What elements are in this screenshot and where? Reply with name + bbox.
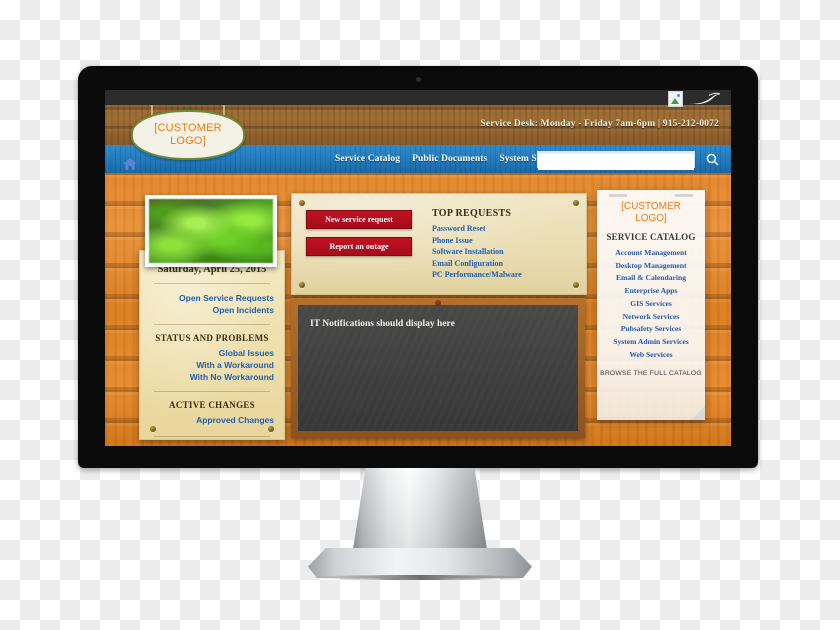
- canvas: [CUSTOMER LOGO] Service Desk: Monday - Fr…: [0, 0, 840, 630]
- link-approved-changes[interactable]: Approved Changes: [140, 414, 274, 426]
- catalog-item-email-calendaring[interactable]: Email & Calendaring: [597, 272, 705, 285]
- panel-screw: [268, 426, 274, 432]
- service-catalog-heading: SERVICE CATALOG: [606, 232, 696, 242]
- broken-image-icon: [668, 91, 683, 107]
- search-button[interactable]: [703, 150, 721, 168]
- top-request-software-installation[interactable]: Software Installation: [432, 246, 522, 258]
- nav-item-service-catalog[interactable]: Service Catalog: [335, 154, 400, 164]
- customer-logo-text: [CUSTOMER LOGO]: [154, 122, 222, 147]
- it-notifications-message: IT Notifications should display here: [310, 319, 455, 329]
- catalog-item-enterprise-apps[interactable]: Enterprise Apps: [597, 285, 705, 298]
- customer-logo-sign: [CUSTOMER LOGO]: [131, 110, 245, 160]
- left-info-panel: Saturday, April 25, 2015 Open Service Re…: [139, 250, 285, 440]
- service-desk-info: Service Desk: Monday - Friday 7am-6pm | …: [480, 119, 719, 129]
- tape-left: [609, 194, 627, 197]
- top-request-email-configuration[interactable]: Email Configuration: [432, 258, 522, 270]
- top-requests-heading: TOP REQUESTS: [432, 208, 512, 219]
- monitor-device: [CUSTOMER LOGO] Service Desk: Monday - Fr…: [78, 66, 758, 468]
- divider: [154, 436, 270, 437]
- status-links-list: Global Issues With a Workaround With No …: [140, 347, 284, 383]
- hero-photo-frame: [145, 195, 277, 267]
- top-requests-list: Password Reset Phone Issue Software Inst…: [432, 223, 522, 281]
- board-surface: IT Notifications should display here: [298, 305, 578, 431]
- search-icon: [706, 153, 719, 166]
- changes-links-list: Approved Changes: [140, 414, 284, 426]
- top-strip-icons: [668, 90, 723, 108]
- panel-screw: [573, 200, 579, 206]
- status-and-problems-heading: STATUS AND PROBLEMS: [155, 333, 269, 343]
- action-buttons: New service request Report an outage: [292, 210, 412, 264]
- catalog-item-account-management[interactable]: Account Management: [597, 247, 705, 260]
- catalog-item-pubsafety-services[interactable]: Pubsafety Services: [597, 323, 705, 336]
- top-request-pc-performance-malware[interactable]: PC Performance/Malware: [432, 269, 522, 281]
- right-panel-customer-logo: [CUSTOMER LOGO]: [621, 201, 681, 224]
- link-global-issues[interactable]: Global Issues: [140, 347, 274, 359]
- divider: [154, 283, 270, 284]
- panel-screw: [573, 282, 579, 288]
- divider: [154, 391, 270, 392]
- panel-screw: [299, 282, 305, 288]
- board-knob: [435, 300, 441, 306]
- catalog-item-web-services[interactable]: Web Services: [597, 349, 705, 362]
- top-requests-section: TOP REQUESTS Password Reset Phone Issue …: [432, 208, 522, 281]
- quick-links-list: Open Service Requests Open Incidents: [140, 292, 284, 316]
- monitor-stand-shadow: [312, 575, 528, 580]
- report-an-outage-button[interactable]: Report an outage: [306, 237, 412, 256]
- active-changes-heading: ACTIVE CHANGES: [169, 400, 255, 410]
- top-request-phone-issue[interactable]: Phone Issue: [432, 235, 522, 247]
- panel-screw: [299, 200, 305, 206]
- catalog-item-network-services[interactable]: Network Services: [597, 311, 705, 324]
- swoosh-logo-icon: [690, 92, 721, 105]
- cilantro-herb-photo: [149, 199, 273, 263]
- catalog-item-desktop-management[interactable]: Desktop Management: [597, 260, 705, 273]
- search-input[interactable]: [538, 154, 694, 170]
- nav-item-public-documents[interactable]: Public Documents: [412, 154, 487, 164]
- monitor-stand-base: [308, 548, 532, 578]
- link-open-service-requests[interactable]: Open Service Requests: [140, 292, 274, 304]
- link-open-incidents[interactable]: Open Incidents: [140, 304, 274, 316]
- nav-links: Service Catalog Public Documents System …: [335, 145, 557, 173]
- webcam-dot: [415, 77, 421, 82]
- catalog-item-gis-services[interactable]: GIS Services: [597, 298, 705, 311]
- monitor-stand-neck: [352, 468, 488, 556]
- center-actions-panel: New service request Report an outage TOP…: [291, 193, 587, 295]
- link-with-no-workaround[interactable]: With No Workaround: [140, 371, 274, 383]
- it-notifications-board: IT Notifications should display here: [291, 298, 585, 438]
- search-box[interactable]: [537, 151, 695, 170]
- new-service-request-button[interactable]: New service request: [306, 210, 412, 229]
- home-icon[interactable]: [123, 158, 137, 170]
- divider: [154, 324, 270, 325]
- browse-full-catalog-link[interactable]: BROWSE THE FULL CATALOG: [597, 370, 705, 377]
- tape-right: [675, 194, 693, 197]
- monitor-screen: [CUSTOMER LOGO] Service Desk: Monday - Fr…: [105, 90, 731, 446]
- service-catalog-list: Account Management Desktop Management Em…: [597, 247, 705, 361]
- browser-top-strip: [105, 90, 731, 108]
- service-catalog-panel: [CUSTOMER LOGO] SERVICE CATALOG Account …: [597, 190, 705, 420]
- panel-screw: [150, 426, 156, 432]
- link-with-a-workaround[interactable]: With a Workaround: [140, 359, 274, 371]
- top-request-password-reset[interactable]: Password Reset: [432, 223, 522, 235]
- catalog-item-system-admin-services[interactable]: System Admin Services: [597, 336, 705, 349]
